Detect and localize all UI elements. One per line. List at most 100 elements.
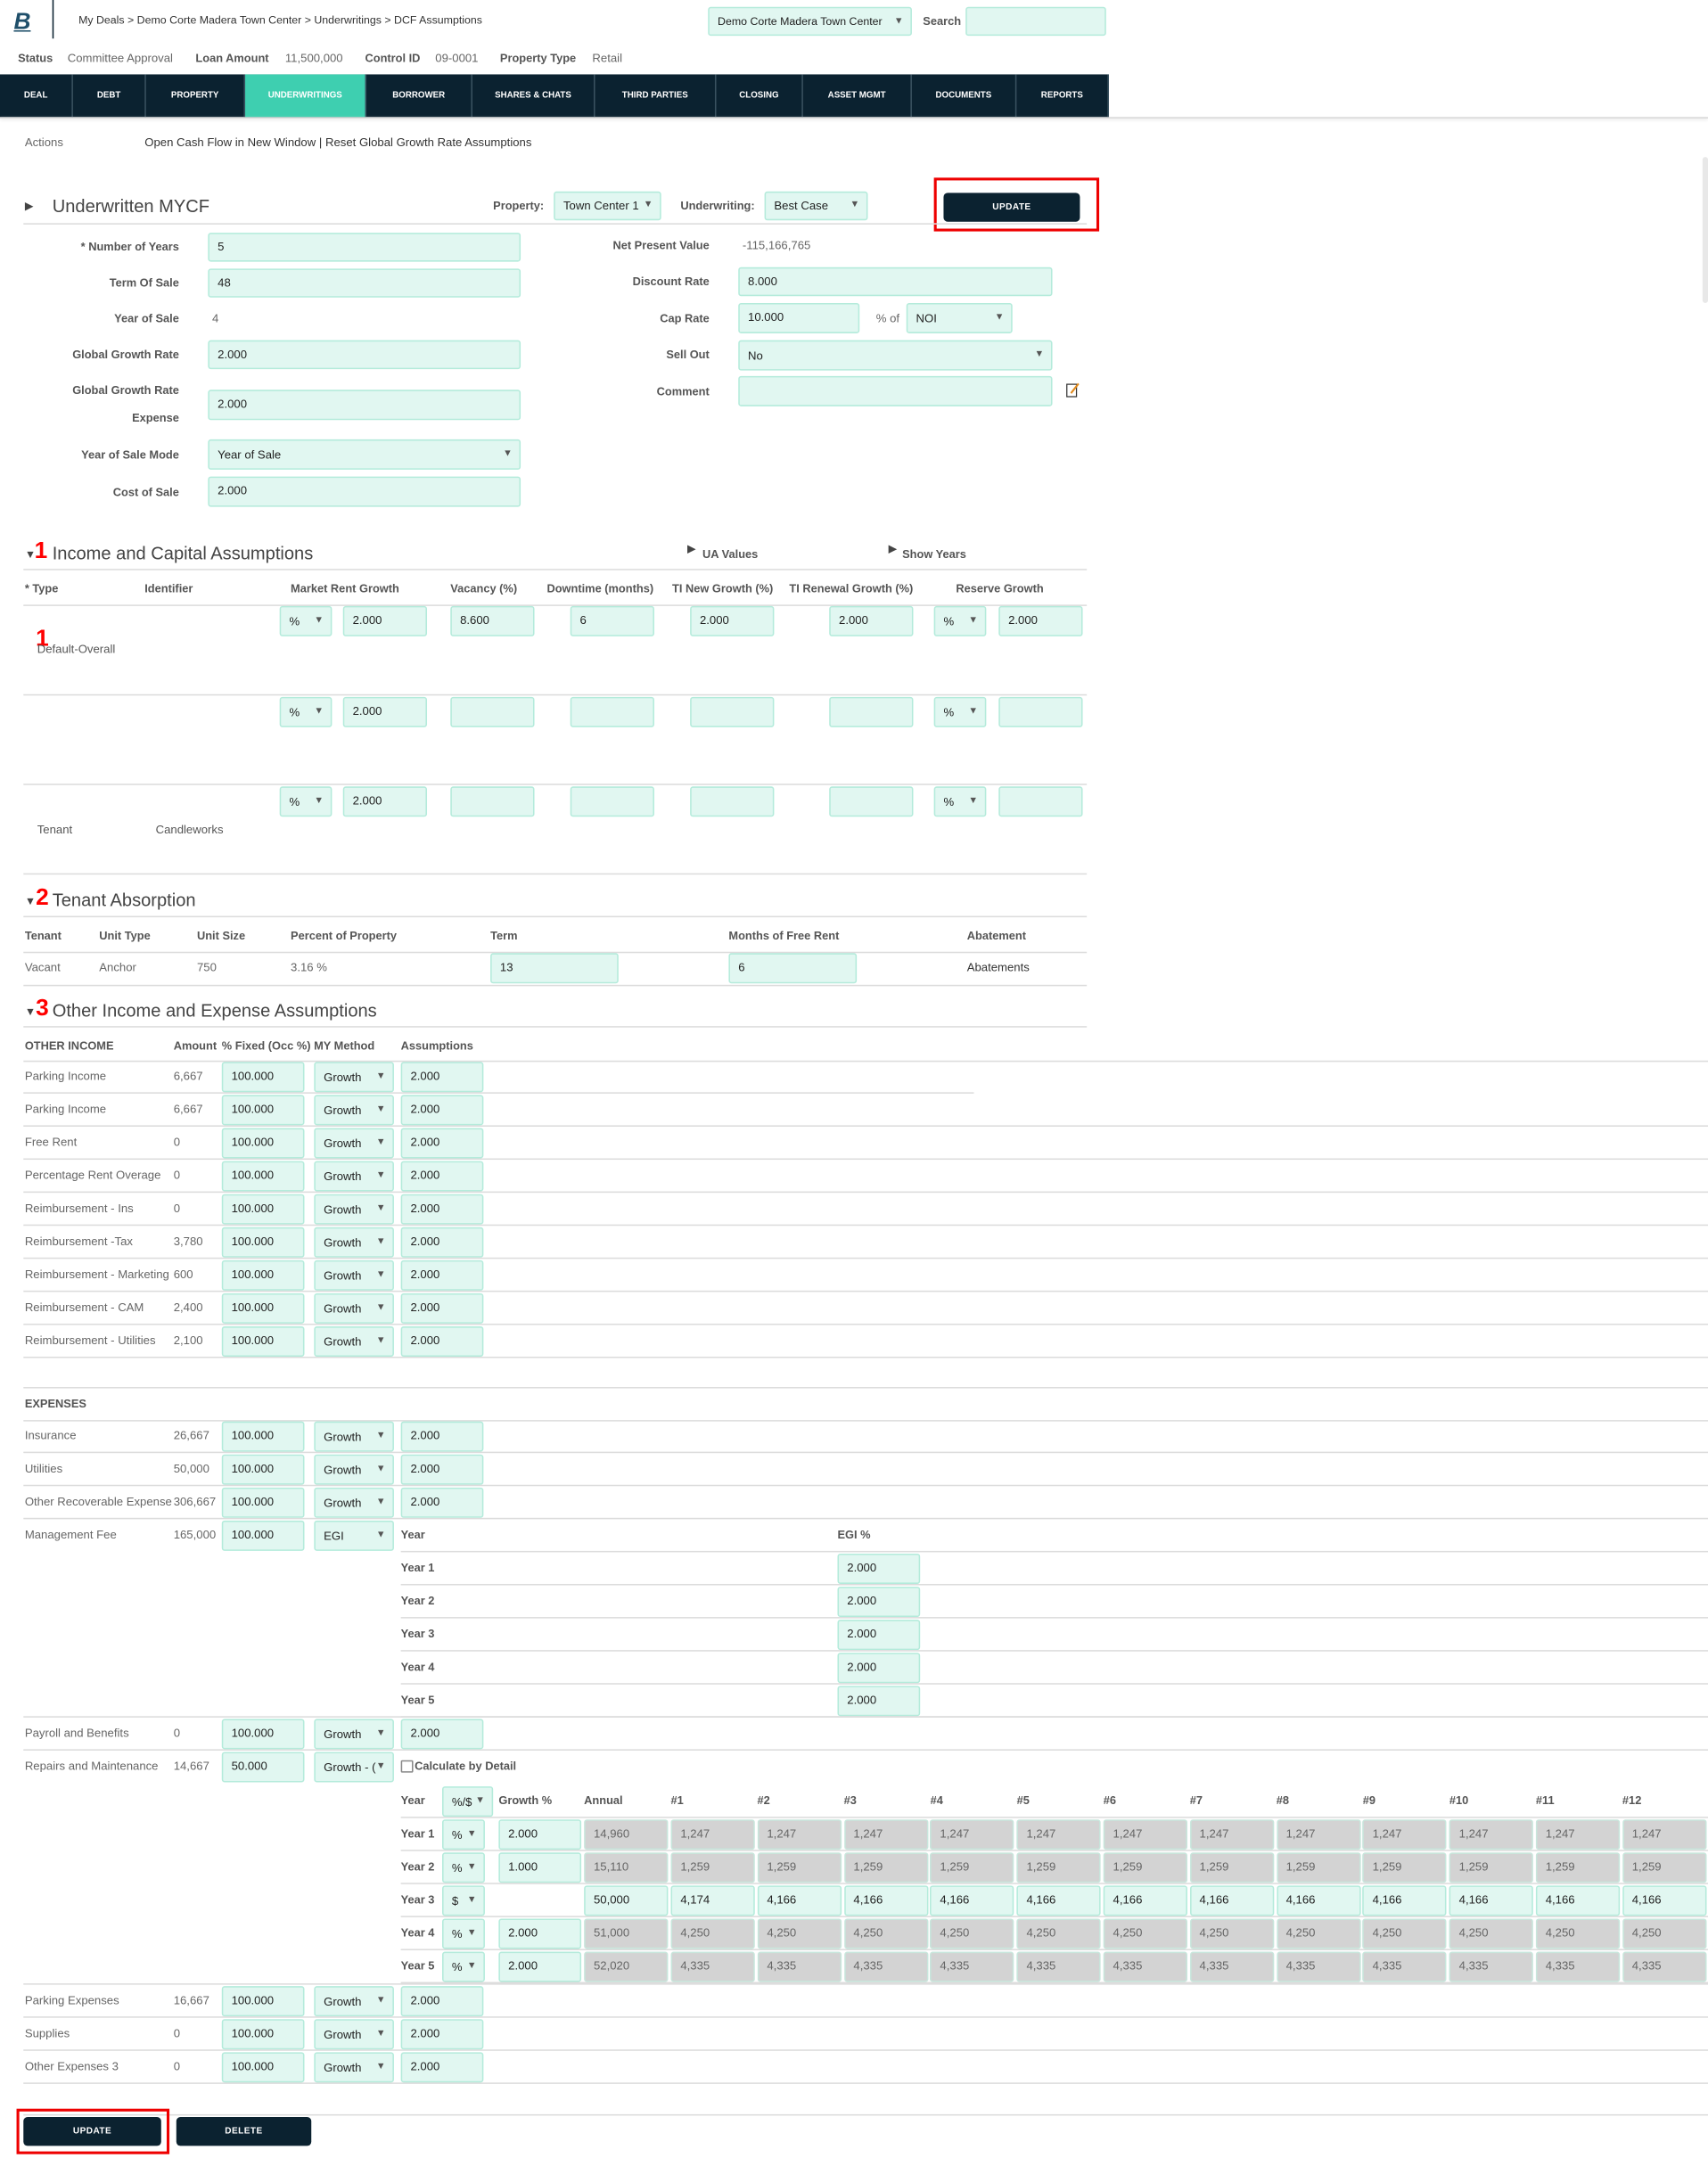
fixed-percent-input[interactable]: 100.000 [221, 1062, 305, 1093]
underwriting-select[interactable]: Best Case ▼ [764, 191, 868, 221]
method-select[interactable]: Growth ▼ [314, 1292, 394, 1324]
market-rent-unit-select[interactable]: % ▼ [279, 696, 333, 727]
reset-growth-link[interactable]: Reset Global Growth Rate Assumptions [325, 135, 531, 148]
method-select[interactable]: Growth ▼ [314, 1194, 394, 1225]
tab-property[interactable]: PROPERTY [146, 74, 246, 118]
detail-growth-input[interactable]: 1.000 [498, 1852, 582, 1883]
assumption-input[interactable]: 2.000 [400, 1986, 484, 2017]
ti-renewal-growth-input[interactable] [829, 786, 914, 817]
cap-rate-input[interactable]: 10.000 [738, 302, 860, 333]
year-of-sale-mode-select[interactable]: Year of Sale ▼ [208, 439, 521, 470]
detail-annual-cell[interactable]: 50,000 [584, 1885, 669, 1916]
delete-button[interactable]: DELETE [176, 2116, 312, 2146]
tab-asset-mgmt[interactable]: ASSET MGMT [803, 74, 912, 118]
global-growth-expense-input[interactable]: 2.000 [208, 390, 521, 421]
fixed-percent-input[interactable]: 100.000 [221, 1128, 305, 1159]
detail-mode-select[interactable]: % ▼ [442, 1819, 485, 1850]
reserve-growth-input[interactable] [998, 786, 1083, 817]
egi-percent-input[interactable]: 2.000 [837, 1653, 921, 1684]
detail-mode-select[interactable]: $ ▼ [442, 1885, 485, 1916]
detail-mode-select[interactable]: % ▼ [442, 1852, 485, 1883]
assumption-input[interactable]: 2.000 [400, 2019, 484, 2050]
assumption-input[interactable]: 2.000 [400, 1326, 484, 1358]
cap-rate-basis-select[interactable]: NOI ▼ [906, 302, 1013, 333]
fixed-percent-input[interactable]: 100.000 [221, 1227, 305, 1258]
detail-growth-input[interactable]: 2.000 [498, 1918, 582, 1949]
ti-new-growth-input[interactable] [690, 696, 775, 727]
collapse-triangle-icon[interactable]: ▼ [25, 1005, 36, 1018]
tab-closing[interactable]: CLOSING [717, 74, 803, 118]
fixed-percent-input[interactable]: 100.000 [221, 1161, 305, 1192]
method-select[interactable]: Growth ▼ [314, 1986, 394, 2017]
method-select[interactable]: Growth ▼ [314, 1062, 394, 1093]
detail-month-cell[interactable]: 4,166 [1449, 1885, 1534, 1916]
method-select[interactable]: Growth ▼ [314, 1487, 394, 1518]
detail-month-cell[interactable]: 4,166 [1622, 1885, 1707, 1916]
assumption-input[interactable]: 2.000 [400, 1095, 484, 1126]
assumption-input[interactable]: 2.000 [400, 1062, 484, 1093]
assumption-input[interactable]: 2.000 [400, 1421, 484, 1452]
assumption-input[interactable]: 2.000 [400, 1194, 484, 1225]
fixed-percent-input[interactable]: 100.000 [221, 1095, 305, 1126]
detail-month-cell[interactable]: 4,166 [930, 1885, 1014, 1916]
comment-input[interactable] [738, 375, 1053, 406]
method-select[interactable]: Growth ▼ [314, 2019, 394, 2050]
detail-month-cell[interactable]: 4,166 [1535, 1885, 1621, 1916]
number-of-years-input[interactable]: 5 [208, 233, 521, 262]
calculate-by-detail-checkbox[interactable] [400, 1760, 414, 1773]
logo[interactable]: B [13, 8, 30, 36]
method-select[interactable]: Growth ▼ [314, 1421, 394, 1452]
method-select[interactable]: Growth ▼ [314, 1227, 394, 1258]
deal-select[interactable]: Demo Corte Madera Town Center ▼ [708, 6, 912, 37]
downtime-input[interactable]: 6 [570, 605, 654, 636]
method-select[interactable]: Growth - (▼ [314, 1752, 394, 1783]
tab-underwritings[interactable]: UNDERWRITINGS [245, 74, 367, 118]
fixed-percent-input[interactable]: 100.000 [221, 1260, 305, 1291]
show-years-toggle[interactable]: Show Years [902, 546, 966, 562]
market-rent-growth-input[interactable]: 2.000 [342, 696, 428, 727]
edit-note-icon[interactable] [1066, 382, 1080, 398]
market-rent-growth-input[interactable]: 2.000 [342, 605, 428, 636]
assumption-input[interactable]: 2.000 [400, 1454, 484, 1485]
reserve-unit-select[interactable]: % ▼ [933, 786, 987, 817]
detail-mode-select[interactable]: % ▼ [442, 1918, 485, 1949]
method-select[interactable]: Growth ▼ [314, 1719, 394, 1750]
method-select[interactable]: Growth ▼ [314, 1454, 394, 1485]
free-rent-months-input[interactable]: 6 [728, 953, 858, 984]
fixed-percent-input[interactable]: 100.000 [221, 1194, 305, 1225]
egi-percent-input[interactable]: 2.000 [837, 1587, 921, 1618]
downtime-input[interactable] [570, 696, 654, 727]
tab-deal[interactable]: DEAL [0, 74, 73, 118]
assumption-input[interactable]: 2.000 [400, 1487, 484, 1518]
tab-reports[interactable]: REPORTS [1016, 74, 1109, 118]
term-input[interactable]: 13 [490, 953, 619, 984]
method-select[interactable]: Growth ▼ [314, 1161, 394, 1192]
fixed-percent-input[interactable]: 100.000 [221, 1520, 305, 1551]
ua-values-toggle[interactable]: UA Values [702, 546, 758, 562]
ti-renewal-growth-input[interactable] [829, 696, 914, 727]
fixed-percent-input[interactable]: 100.000 [221, 1487, 305, 1518]
fixed-percent-input[interactable]: 50.000 [221, 1752, 305, 1783]
detail-growth-input[interactable]: 2.000 [498, 1951, 582, 1982]
detail-mode-header-select[interactable]: %/$ ▼ [442, 1786, 494, 1817]
market-rent-unit-select[interactable]: % ▼ [279, 786, 333, 817]
search-input[interactable] [965, 6, 1106, 37]
detail-month-cell[interactable]: 4,166 [1016, 1885, 1101, 1916]
fixed-percent-input[interactable]: 100.000 [221, 1326, 305, 1358]
detail-mode-select[interactable]: % ▼ [442, 1951, 485, 1982]
fixed-percent-input[interactable]: 100.000 [221, 2052, 305, 2083]
open-cash-flow-link[interactable]: Open Cash Flow in New Window [144, 135, 316, 148]
reserve-unit-select[interactable]: % ▼ [933, 605, 987, 636]
assumption-input[interactable]: 2.000 [400, 1161, 484, 1192]
detail-growth-input[interactable]: 2.000 [498, 1819, 582, 1850]
tab-third-parties[interactable]: THIRD PARTIES [595, 74, 717, 118]
detail-month-cell[interactable]: 4,166 [1276, 1885, 1361, 1916]
expand-triangle-icon[interactable]: ▶ [25, 200, 34, 212]
market-rent-growth-input[interactable]: 2.000 [342, 786, 428, 817]
breadcrumb[interactable]: My Deals > Demo Corte Madera Town Center… [78, 12, 482, 29]
fixed-percent-input[interactable]: 100.000 [221, 1986, 305, 2017]
method-select[interactable]: Growth ▼ [314, 1095, 394, 1126]
ti-new-growth-input[interactable] [690, 786, 775, 817]
abatements-link[interactable]: Abatements [967, 958, 1030, 975]
fixed-percent-input[interactable]: 100.000 [221, 1421, 305, 1452]
